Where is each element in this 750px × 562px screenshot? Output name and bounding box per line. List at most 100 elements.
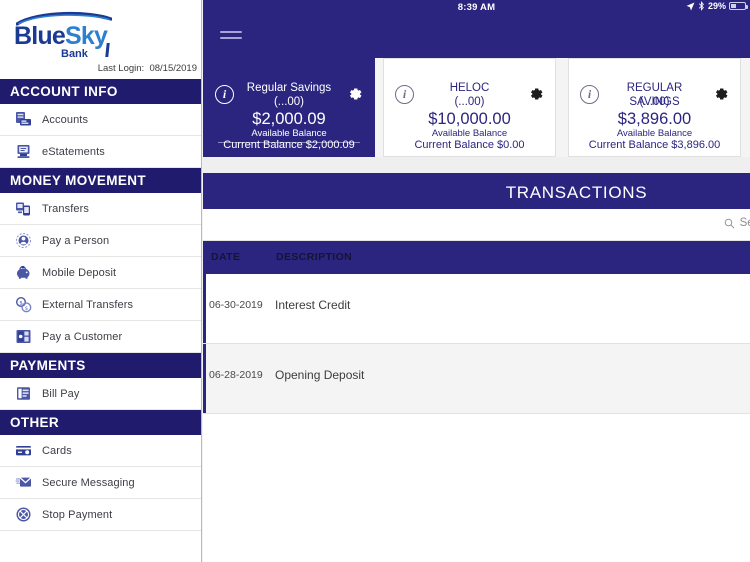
column-header-description: DESCRIPTION xyxy=(276,251,353,263)
available-balance-amount: $3,896.00 xyxy=(617,110,692,128)
transactions-list: 06-30-2019 Interest Credit 06-28-2019 Op… xyxy=(203,274,750,414)
gear-icon[interactable] xyxy=(346,85,364,103)
sidebar-item-accounts[interactable]: Accounts xyxy=(0,104,201,136)
sidebar-header: BlueSky Bank Last Login: 08/15/2019 xyxy=(0,0,201,79)
svg-text:$: $ xyxy=(24,306,28,312)
sidebar-item-stop-payment[interactable]: Stop Payment xyxy=(0,499,201,531)
pay-a-customer-icon xyxy=(10,326,36,348)
last-login-date: 08/15/2019 xyxy=(149,63,197,74)
available-balance-label: Available Balance xyxy=(251,128,327,139)
logo-wordmark: BlueSky xyxy=(14,22,108,50)
sidebar-item-label: Stop Payment xyxy=(42,508,113,521)
account-card-regular-savings-2[interactable]: i REGULAR SAVINGS (...00) $3,896.00 Avai… xyxy=(568,58,741,157)
bluetooth-icon xyxy=(698,1,704,11)
account-mask: (...00) xyxy=(454,96,485,108)
account-name: Regular Savings xyxy=(246,82,332,94)
search-icon xyxy=(724,218,734,228)
status-bar-time: 8:39 AM xyxy=(457,2,496,13)
transaction-date: 06-30-2019 xyxy=(209,299,263,311)
account-card-regular-savings[interactable]: i Regular Savings (...00) $2,000.09 Avai… xyxy=(203,58,375,157)
current-balance: Current Balance $2,000.09 xyxy=(223,139,355,151)
available-balance-amount: $2,000.09 xyxy=(252,110,326,128)
secure-messaging-icon xyxy=(10,472,36,494)
row-rail xyxy=(203,344,206,413)
available-balance-label: Available Balance xyxy=(431,128,508,139)
app-root: BlueSky Bank Last Login: 08/15/2019 ACCO… xyxy=(0,0,750,562)
sidebar-section-account-info: ACCOUNT INFO xyxy=(0,79,201,104)
estatements-icon xyxy=(10,141,36,163)
sidebar-item-label: Mobile Deposit xyxy=(42,266,117,279)
info-icon[interactable]: i xyxy=(580,85,599,104)
transactions-search-bar[interactable]: Search xyxy=(203,209,750,241)
accounts-icon xyxy=(10,109,36,131)
table-row[interactable]: 06-30-2019 Interest Credit xyxy=(203,274,750,344)
column-header-date: DATE xyxy=(211,251,241,263)
transaction-date: 06-28-2019 xyxy=(209,369,263,381)
sidebar-item-label: Secure Messaging xyxy=(42,476,135,489)
hamburger-menu-icon[interactable] xyxy=(220,26,242,44)
cards-icon xyxy=(10,440,36,462)
sidebar-item-label: Cards xyxy=(42,444,72,457)
search-input[interactable]: Search xyxy=(740,217,750,229)
sidebar-item-external-transfers[interactable]: $ $ External Transfers xyxy=(0,289,201,321)
transactions-header: TRANSACTIONS xyxy=(203,173,750,209)
sidebar-section-payments: PAYMENTS xyxy=(0,353,201,378)
mobile-deposit-icon xyxy=(10,262,36,284)
sidebar: BlueSky Bank Last Login: 08/15/2019 ACCO… xyxy=(0,0,202,562)
transactions-title: TRANSACTIONS xyxy=(505,183,648,202)
current-balance: Current Balance $0.00 xyxy=(414,139,525,151)
sidebar-item-label: Bill Pay xyxy=(42,387,80,400)
sidebar-item-label: Pay a Customer xyxy=(42,330,123,343)
info-icon[interactable]: i xyxy=(395,85,414,104)
pay-a-person-icon xyxy=(10,230,36,252)
sidebar-item-pay-a-person[interactable]: Pay a Person xyxy=(0,225,201,257)
sidebar-item-label: Pay a Person xyxy=(42,234,110,247)
sidebar-item-mobile-deposit[interactable]: Mobile Deposit xyxy=(0,257,201,289)
sidebar-item-transfers[interactable]: Transfers xyxy=(0,193,201,225)
last-login: Last Login: 08/15/2019 xyxy=(98,63,197,74)
logo-text-blue: Blue xyxy=(14,22,66,50)
transaction-description: Opening Deposit xyxy=(275,368,365,382)
available-balance-label: Available Balance xyxy=(616,128,693,139)
account-cards: i Regular Savings (...00) $2,000.09 Avai… xyxy=(203,58,750,157)
info-icon[interactable]: i xyxy=(215,85,234,104)
sidebar-section-money-movement: MONEY MOVEMENT xyxy=(0,168,201,193)
sidebar-item-estatements[interactable]: eStatements xyxy=(0,136,201,168)
status-bar: 8:39 AM 29% xyxy=(203,0,750,14)
available-balance-amount: $10,000.00 xyxy=(428,110,511,128)
account-mask: (...00) xyxy=(273,96,305,108)
sidebar-item-secure-messaging[interactable]: Secure Messaging xyxy=(0,467,201,499)
transaction-description: Interest Credit xyxy=(275,298,351,312)
last-login-label: Last Login: xyxy=(97,63,145,74)
bank-logo: BlueSky Bank xyxy=(14,10,114,66)
stop-payment-icon xyxy=(10,504,36,526)
sidebar-item-label: Accounts xyxy=(42,113,89,126)
sidebar-item-pay-a-customer[interactable]: Pay a Customer xyxy=(0,321,201,353)
account-card-heloc[interactable]: i HELOC (...00) $10,000.00 Available Bal… xyxy=(383,58,556,157)
sidebar-section-other: OTHER xyxy=(0,410,201,435)
sidebar-item-cards[interactable]: Cards xyxy=(0,435,201,467)
sidebar-item-label: Transfers xyxy=(42,202,89,215)
status-bar-indicators: 29% xyxy=(686,1,748,11)
sidebar-item-label: eStatements xyxy=(42,145,105,158)
table-row[interactable]: 06-28-2019 Opening Deposit xyxy=(203,344,750,414)
logo-accent-mark xyxy=(105,43,110,57)
gear-icon[interactable] xyxy=(527,85,545,103)
row-rail xyxy=(203,274,206,343)
account-mask: (...00) xyxy=(639,96,670,108)
gear-icon[interactable] xyxy=(712,85,730,103)
battery-percent: 29% xyxy=(707,1,726,11)
external-transfers-icon: $ $ xyxy=(10,294,36,316)
app-navbar xyxy=(203,14,750,58)
cards-separator xyxy=(203,157,750,173)
logo-subtitle: Bank xyxy=(61,48,88,60)
transactions-table-header: DATE DESCRIPTION xyxy=(203,241,750,274)
sidebar-item-bill-pay[interactable]: Bill Pay xyxy=(0,378,201,410)
location-arrow-icon xyxy=(686,2,695,10)
sidebar-item-label: External Transfers xyxy=(42,298,134,311)
battery-icon xyxy=(729,2,748,10)
transfers-icon xyxy=(10,198,36,220)
main-panel: 8:39 AM 29% i Regular Savings (...00) $2… xyxy=(203,0,750,562)
logo-text-sky: Sky xyxy=(64,22,108,50)
search-field[interactable]: Search xyxy=(724,217,750,229)
